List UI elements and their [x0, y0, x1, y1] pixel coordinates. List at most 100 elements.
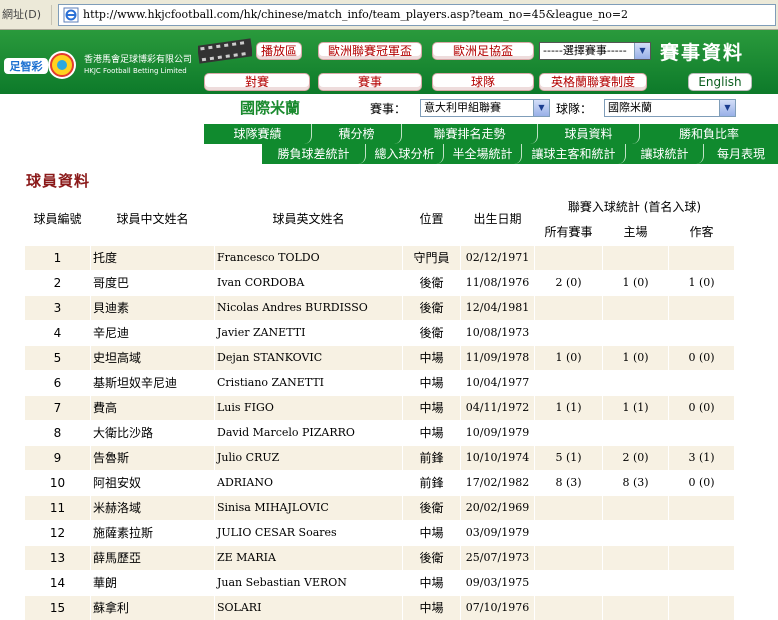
table-cell-no: 13 — [24, 544, 91, 571]
page-title: 球員資料 — [26, 172, 91, 190]
table-cell-pos: 中場 — [402, 344, 461, 371]
league-select[interactable]: 意大利甲組聯賽 ▼ — [420, 99, 550, 117]
table-cell-pos: 守門員 — [402, 244, 461, 271]
tab-standings[interactable]: 積分榜 — [312, 124, 402, 144]
tab-player-info[interactable]: 球員資料 — [538, 124, 640, 144]
table-cell-pos: 後衛 — [402, 319, 461, 346]
table-cell-away: 0 (0) — [667, 394, 736, 421]
table-cell-all — [534, 569, 603, 596]
table-cell-en: Luis FIGO — [214, 394, 403, 421]
event-select[interactable]: -----選擇賽事----- ▼ — [539, 42, 651, 60]
table-cell-away: 3 (1) — [667, 444, 736, 471]
table-row: 4 辛尼迪 Javier ZANETTI 後衛 10/08/1973 — [24, 319, 736, 346]
player-table: 球員編號 球員中文姓名 球員英文姓名 位置 出生日期 聯賽入球統計 (首名入球)… — [24, 193, 736, 620]
team-bar: 國際米蘭 賽事： 意大利甲組聯賽 ▼ 球隊： 國際米蘭 ▼ — [0, 94, 778, 122]
table-cell-away — [667, 519, 736, 546]
table-cell-away — [667, 369, 736, 396]
table-cell-dob: 25/07/1973 — [460, 544, 535, 571]
table-cell-away — [667, 494, 736, 521]
tab-ranking-trend[interactable]: 聯賽排名走勢 — [402, 124, 538, 144]
table-cell-all: 1 (0) — [534, 344, 603, 371]
table-cell-all: 2 (0) — [534, 269, 603, 296]
table-cell-pos: 前鋒 — [402, 444, 461, 471]
team-select[interactable]: 國際米蘭 ▼ — [604, 99, 736, 117]
table-cell-all — [534, 369, 603, 396]
table-cell-dob: 10/09/1979 — [460, 419, 535, 446]
table-cell-dob: 11/08/1976 — [460, 269, 535, 296]
table-cell-dob: 07/10/1976 — [460, 594, 535, 620]
english-button[interactable]: English — [688, 73, 752, 91]
company-name-cn: 香港馬會足球博彩有限公司 — [84, 55, 193, 65]
table-cell-dob: 11/09/1978 — [460, 344, 535, 371]
tab-handicap-hda[interactable]: 讓球主客和統計 — [522, 144, 626, 164]
table-cell-all — [534, 594, 603, 620]
table-cell-no: 11 — [24, 494, 91, 521]
chevron-down-icon[interactable]: ▼ — [634, 43, 650, 59]
table-cell-home — [602, 569, 669, 596]
nav-play-area-button[interactable]: 播放區 — [256, 42, 302, 60]
table-cell-away — [667, 594, 736, 620]
tab-win-draw-loss[interactable]: 勝和負比率 — [640, 124, 778, 144]
event-select-value: -----選擇賽事----- — [543, 44, 627, 57]
nav-uefa-cup-button[interactable]: 歐洲足協盃 — [432, 42, 534, 60]
browser-address-bar: 網址(D) http://www.hkjcfootball.com/hk/chi… — [0, 0, 778, 30]
table-cell-away — [667, 244, 736, 271]
nav-matches-button[interactable]: 賽事 — [318, 73, 422, 91]
site-logo-icon[interactable]: 足智彩 — [4, 50, 78, 84]
table-cell-all — [534, 244, 603, 271]
address-field[interactable]: http://www.hkjcfootball.com/hk/chinese/m… — [58, 3, 776, 26]
tabs-row-2: 勝負球差統計 總入球分析 半全場統計 讓球主客和統計 讓球統計 每月表現 — [262, 144, 778, 164]
table-cell-home: 1 (0) — [602, 269, 669, 296]
table-row: 12 施薩素拉斯 JULIO CESAR Soares 中場 03/09/1979 — [24, 519, 736, 546]
nav-teams-button[interactable]: 球隊 — [432, 73, 534, 91]
section-title: 賽事資料 — [660, 42, 745, 64]
table-cell-en: Francesco TOLDO — [214, 244, 403, 271]
tab-goal-difference[interactable]: 勝負球差統計 — [262, 144, 366, 164]
table-cell-away — [667, 319, 736, 346]
table-cell-pos: 中場 — [402, 369, 461, 396]
table-row: 5 史坦高域 Dejan STANKOVIC 中場 11/09/1978 1 (0) 1 (… — [24, 344, 736, 371]
tab-handicap-stats[interactable]: 讓球統計 — [626, 144, 704, 164]
nav-h2h-button[interactable]: 對賽 — [204, 73, 310, 91]
nav-ucl-button[interactable]: 歐洲聯賽冠軍盃 — [318, 42, 422, 60]
col-header-all: 所有賽事 — [534, 219, 603, 245]
col-header-number: 球員編號 — [24, 193, 91, 245]
table-cell-no: 14 — [24, 569, 91, 596]
table-cell-no: 4 — [24, 319, 91, 346]
table-cell-en: Juan Sebastian VERON — [214, 569, 403, 596]
table-cell-pos: 中場 — [402, 519, 461, 546]
chevron-down-icon[interactable]: ▼ — [719, 100, 735, 116]
table-cell-all — [534, 319, 603, 346]
table-cell-dob: 17/02/1982 — [460, 469, 535, 496]
url-text: http://www.hkjcfootball.com/hk/chinese/m… — [83, 8, 629, 21]
table-cell-en: Julio CRUZ — [214, 444, 403, 471]
tab-monthly[interactable]: 每月表現 — [704, 144, 778, 164]
table-cell-away: 1 (0) — [667, 269, 736, 296]
col-header-away: 作客 — [668, 219, 735, 245]
table-cell-no: 5 — [24, 344, 91, 371]
table-cell-pos: 後衛 — [402, 269, 461, 296]
table-cell-en: Dejan STANKOVIC — [214, 344, 403, 371]
table-cell-home — [602, 544, 669, 571]
table-cell-no: 6 — [24, 369, 91, 396]
table-row: 8 大衛比沙路 David Marcelo PIZARRO 中場 10/09/1979 — [24, 419, 736, 446]
league-select-value: 意大利甲組聯賽 — [424, 101, 501, 114]
table-cell-cn: 告魯斯 — [90, 444, 215, 471]
nav-english-league-button[interactable]: 英格蘭聯賽制度 — [539, 73, 647, 91]
table-row: 10 阿祖安奴 ADRIANO 前鋒 17/02/1982 8 (3) 8 (3) 0 (0) — [24, 469, 736, 496]
table-cell-away: 0 (0) — [667, 344, 736, 371]
table-cell-en: David Marcelo PIZARRO — [214, 419, 403, 446]
tab-team-record[interactable]: 球隊賽績 — [204, 124, 312, 144]
tab-half-full-time[interactable]: 半全場統計 — [444, 144, 522, 164]
table-cell-pos: 中場 — [402, 569, 461, 596]
ie-page-icon — [63, 7, 79, 22]
table-cell-dob: 04/11/1972 — [460, 394, 535, 421]
table-cell-en: Sinisa MIHAJLOVIC — [214, 494, 403, 521]
tab-total-goals[interactable]: 總入球分析 — [366, 144, 444, 164]
film-reel-icon — [198, 38, 252, 64]
table-cell-dob: 20/02/1969 — [460, 494, 535, 521]
chevron-down-icon[interactable]: ▼ — [533, 100, 549, 116]
table-cell-cn: 米赫洛域 — [90, 494, 215, 521]
table-cell-home — [602, 369, 669, 396]
table-cell-dob: 12/04/1981 — [460, 294, 535, 321]
